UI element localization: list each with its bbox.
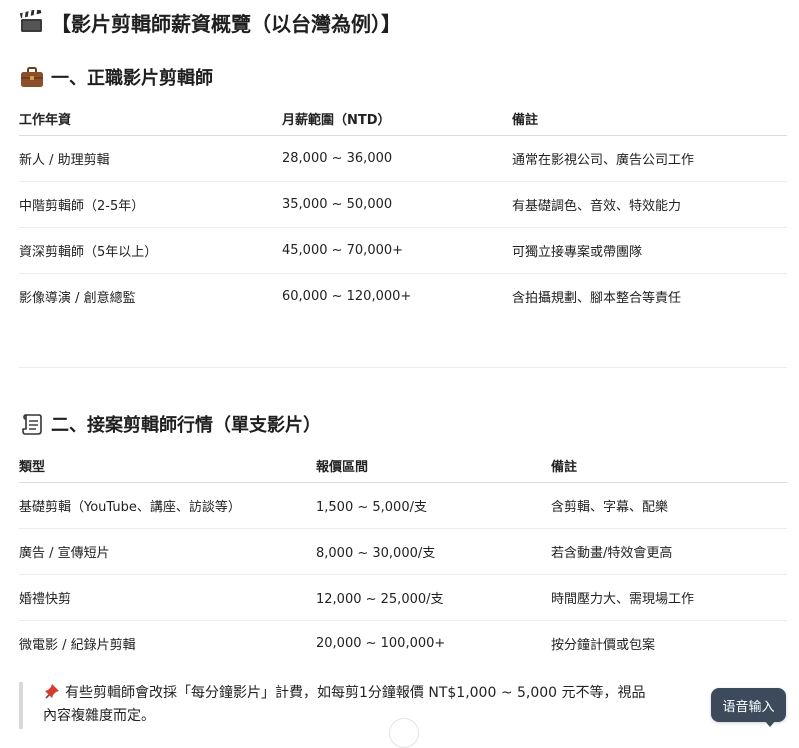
table-row: 微電影 / 紀錄片剪輯 20,000 ~ 100,000+ 按分鐘計價或包案 xyxy=(19,621,787,666)
page-title-text: 【影片剪輯師薪資概覽（以台灣為例）】 xyxy=(51,11,401,36)
table-row: 影像導演 / 創意總監 60,000 ~ 120,000+ 含拍攝規劃、腳本整合… xyxy=(19,274,787,319)
table-header-row: 工作年資 月薪範圍（NTD） 備註 xyxy=(19,101,787,136)
table-cell: 60,000 ~ 120,000+ xyxy=(282,289,412,304)
table-header-row: 類型 報價區間 備註 xyxy=(19,448,787,483)
table-cell: 1,500 ~ 5,000/支 xyxy=(316,500,427,515)
table-cell: 含拍攝規劃、腳本整合等責任 xyxy=(512,291,682,306)
scroll-down-button[interactable] xyxy=(389,718,419,748)
note-line: 有些剪輯師會改採「每分鐘影片」計費，如每剪1分鐘報價 NT$1,000 ~ 5,… xyxy=(43,682,787,705)
table-cell: 28,000 ~ 36,000 xyxy=(282,151,393,166)
note-text-line1: 有些剪輯師會改採「每分鐘影片」計費，如每剪1分鐘報價 NT$1,000 ~ 5,… xyxy=(65,685,646,701)
voice-input-button[interactable]: 语音输入 xyxy=(711,688,786,722)
table-row: 基礎剪輯（YouTube、講座、訪談等） 1,500 ~ 5,000/支 含剪輯… xyxy=(19,483,787,529)
briefcase-icon xyxy=(19,65,45,89)
table-cell: 8,000 ~ 30,000/支 xyxy=(316,546,436,561)
table-cell: 若含動畫/特效會更高 xyxy=(551,546,673,561)
table-cell: 有基礎調色、音效、特效能力 xyxy=(512,199,682,214)
section-divider xyxy=(19,367,787,368)
table-row: 婚禮快剪 12,000 ~ 25,000/支 時間壓力大、需現場工作 xyxy=(19,575,787,621)
page-title: 【影片剪輯師薪資概覽（以台灣為例）】 xyxy=(19,6,401,38)
table-cell: 微電影 / 紀錄片剪輯 xyxy=(19,638,136,653)
section-heading-text: 二、接案剪輯師行情（單支影片） xyxy=(51,415,321,436)
table-cell: 20,000 ~ 100,000+ xyxy=(316,636,446,651)
table-cell: 資深剪輯師（5年以上） xyxy=(19,245,158,260)
table-cell: 含剪輯、字幕、配樂 xyxy=(551,500,669,515)
freelance-rate-table: 類型 報價區間 備註 基礎剪輯（YouTube、講座、訪談等） 1,500 ~ … xyxy=(19,448,787,666)
table-cell: 通常在影視公司、廣告公司工作 xyxy=(512,153,695,168)
column-header-price-range: 報價區間 xyxy=(316,459,369,475)
table-row: 新人 / 助理剪輯 28,000 ~ 36,000 通常在影視公司、廣告公司工作 xyxy=(19,136,787,182)
table-cell: 新人 / 助理剪輯 xyxy=(19,153,110,168)
pushpin-icon xyxy=(43,682,61,700)
table-cell: 35,000 ~ 50,000 xyxy=(282,197,393,212)
column-header-type: 類型 xyxy=(19,459,46,475)
column-header-experience: 工作年資 xyxy=(19,112,72,128)
fulltime-salary-table: 工作年資 月薪範圍（NTD） 備註 新人 / 助理剪輯 28,000 ~ 36,… xyxy=(19,101,787,319)
clapperboard-icon xyxy=(19,8,45,34)
table-row: 資深剪輯師（5年以上） 45,000 ~ 70,000+ 可獨立接專案或帶團隊 xyxy=(19,228,787,274)
column-header-notes: 備註 xyxy=(512,112,539,128)
table-cell: 時間壓力大、需現場工作 xyxy=(551,592,695,607)
column-header-monthly-salary: 月薪範圍（NTD） xyxy=(282,112,391,128)
table-cell: 可獨立接專案或帶團隊 xyxy=(512,245,643,260)
table-cell: 45,000 ~ 70,000+ xyxy=(282,243,404,258)
voice-input-button-tail xyxy=(764,720,776,727)
section-heading-fulltime: 一、正職影片剪輯師 xyxy=(19,63,213,91)
section-heading-text: 一、正職影片剪輯師 xyxy=(51,68,213,89)
table-cell: 影像導演 / 創意總監 xyxy=(19,291,136,306)
column-header-notes: 備註 xyxy=(551,459,578,475)
table-cell: 12,000 ~ 25,000/支 xyxy=(316,592,444,607)
table-row: 中階剪輯師（2-5年） 35,000 ~ 50,000 有基礎調色、音效、特效能… xyxy=(19,182,787,228)
table-cell: 基礎剪輯（YouTube、講座、訪談等） xyxy=(19,500,241,515)
table-cell: 廣告 / 宣傳短片 xyxy=(19,546,110,561)
table-cell: 按分鐘計價或包案 xyxy=(551,638,656,653)
table-cell: 中階剪輯師（2-5年） xyxy=(19,199,145,214)
table-cell: 婚禮快剪 xyxy=(19,592,72,607)
scroll-icon xyxy=(19,412,45,436)
section-heading-freelance: 二、接案剪輯師行情（單支影片） xyxy=(19,410,321,438)
table-row: 廣告 / 宣傳短片 8,000 ~ 30,000/支 若含動畫/特效會更高 xyxy=(19,529,787,575)
